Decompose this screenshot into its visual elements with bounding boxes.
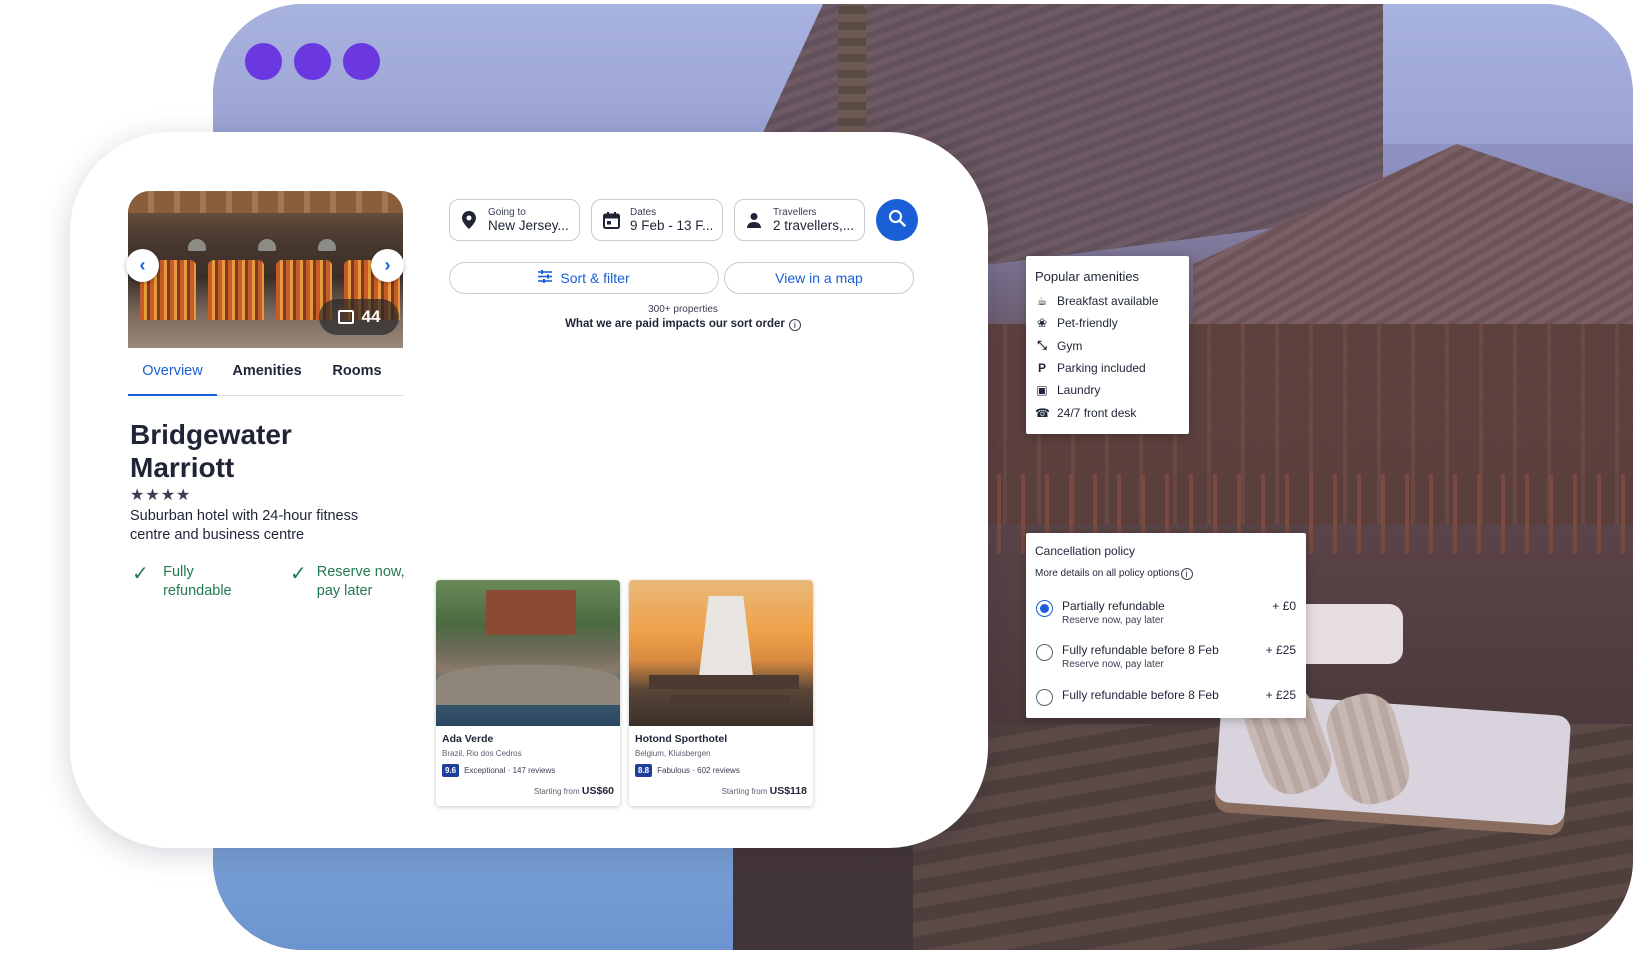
destination-value: New Jersey... — [488, 218, 569, 233]
score-badge: 8.8 — [635, 764, 653, 777]
property-price: Starting from US$118 — [721, 785, 807, 797]
cancellation-policy-panel: Cancellation policy More details on all … — [1026, 533, 1306, 718]
policy-option-partially-refundable[interactable]: Partially refundable Reserve now, pay lat… — [1036, 599, 1296, 626]
option-price: + £25 — [1265, 688, 1296, 702]
photo-prev-button[interactable]: ‹ — [126, 249, 159, 282]
chevron-left-icon: ‹ — [139, 255, 146, 275]
property-location: Brazil, Rio dos Cedros — [442, 749, 522, 758]
view-map-button[interactable]: View in a map — [724, 262, 914, 294]
dates-field[interactable]: Dates 9 Feb - 13 F... — [591, 199, 723, 241]
check-icon: ✓ — [132, 563, 149, 585]
chevron-right-icon: › — [384, 255, 391, 275]
score-badge: 9.6 — [442, 764, 460, 777]
search-icon — [888, 209, 906, 232]
window-dot — [245, 43, 282, 80]
policy-option-fully-refundable-2[interactable]: Fully refundable before 8 Feb + £25 — [1036, 688, 1296, 706]
breakfast-icon: ☕ — [1036, 294, 1048, 309]
window-dots — [245, 43, 380, 80]
feature-reserve-now: ✓ Reserve now, pay later — [290, 563, 405, 599]
amenity-item: ⤡ Gym — [1035, 335, 1180, 357]
radio-unselected[interactable] — [1036, 644, 1053, 661]
radio-selected[interactable] — [1036, 600, 1053, 617]
window-dot — [294, 43, 331, 80]
policy-details-link[interactable]: More details on all policy options i — [1035, 568, 1193, 580]
info-icon: i — [1180, 568, 1193, 580]
destination-field[interactable]: Going to New Jersey... — [449, 199, 580, 241]
photo-count-label: 44 — [361, 307, 381, 326]
gym-icon: ⤡ — [1037, 338, 1047, 353]
option-price: + £25 — [1265, 643, 1296, 657]
hotel-description: Suburban hotel with 24-hour fitness cent… — [130, 508, 359, 543]
property-name: Ada Verde — [442, 733, 494, 745]
property-card[interactable]: Hotond Sporthotel Belgium, Kluisbergen 8… — [629, 580, 813, 806]
amenity-item: P Parking included — [1035, 357, 1180, 379]
cancellation-title: Cancellation policy — [1035, 544, 1136, 558]
property-card[interactable]: Ada Verde Brazil, Rio dos Cedros 9.6 Exc… — [436, 580, 620, 806]
amenity-item: ❀ Pet-friendly — [1036, 316, 1118, 331]
location-pin-icon — [460, 211, 478, 229]
popular-amenities-panel: Popular amenities ☕ Breakfast available ❀… — [1026, 256, 1189, 434]
info-icon[interactable]: i — [788, 319, 801, 331]
person-icon — [745, 211, 763, 229]
property-rating: 9.6 Exceptional · 147 reviews — [442, 764, 555, 777]
paw-icon: ❀ — [1036, 316, 1048, 331]
calendar-icon — [602, 211, 620, 229]
amenities-title: Popular amenities — [1035, 269, 1140, 284]
star-rating: ★★★★ — [130, 487, 192, 504]
gallery-icon — [337, 310, 354, 324]
feature-fully-refundable: ✓ Fully refundable — [132, 563, 232, 599]
radio-unselected[interactable] — [1036, 689, 1053, 706]
hotel-tabs: Overview Amenities Rooms — [128, 358, 403, 396]
property-price: Starting from US$60 — [533, 785, 614, 797]
photo-gallery-button[interactable]: 44 — [319, 299, 399, 335]
amenity-item: ▣ Laundry — [1036, 383, 1101, 398]
property-location: Belgium, Kluisbergen — [635, 749, 711, 758]
travellers-field[interactable]: Travellers 2 travellers,... — [734, 199, 865, 241]
property-photo — [629, 580, 813, 726]
amenity-item: ☎ 24/7 front desk — [1035, 405, 1137, 420]
tab-overview[interactable]: Overview — [128, 358, 217, 396]
amenity-item: ☕ Breakfast available — [1036, 294, 1159, 309]
photo-next-button[interactable]: › — [371, 249, 404, 282]
option-price: + £0 — [1272, 599, 1296, 613]
stage: ‹ › 44 Overview Amenities Rooms Bridgewa… — [0, 0, 1634, 954]
property-photo — [436, 580, 620, 726]
sliders-icon — [538, 270, 553, 286]
tab-rooms[interactable]: Rooms — [317, 358, 397, 396]
sort-filter-button[interactable]: Sort & filter — [449, 262, 719, 294]
property-rating: 8.8 Fabulous · 602 reviews — [635, 764, 740, 777]
policy-option-fully-refundable[interactable]: Fully refundable before 8 Feb Reserve now… — [1036, 643, 1296, 670]
dates-value: 9 Feb - 13 F... — [630, 218, 714, 233]
search-button[interactable] — [876, 199, 918, 241]
hotel-name: Bridgewater Marriott — [130, 419, 292, 483]
check-icon: ✓ — [290, 563, 307, 585]
property-count: 300+ properties — [648, 304, 718, 315]
front-desk-icon: ☎ — [1035, 405, 1050, 420]
tab-amenities[interactable]: Amenities — [217, 358, 317, 396]
sort-order-note[interactable]: What we are paid impacts our sort order i — [450, 318, 916, 331]
laundry-icon: ▣ — [1036, 383, 1048, 398]
travellers-value: 2 travellers,... — [773, 218, 855, 233]
window-dot — [343, 43, 380, 80]
parking-icon: P — [1037, 361, 1046, 376]
property-name: Hotond Sporthotel — [635, 733, 728, 745]
